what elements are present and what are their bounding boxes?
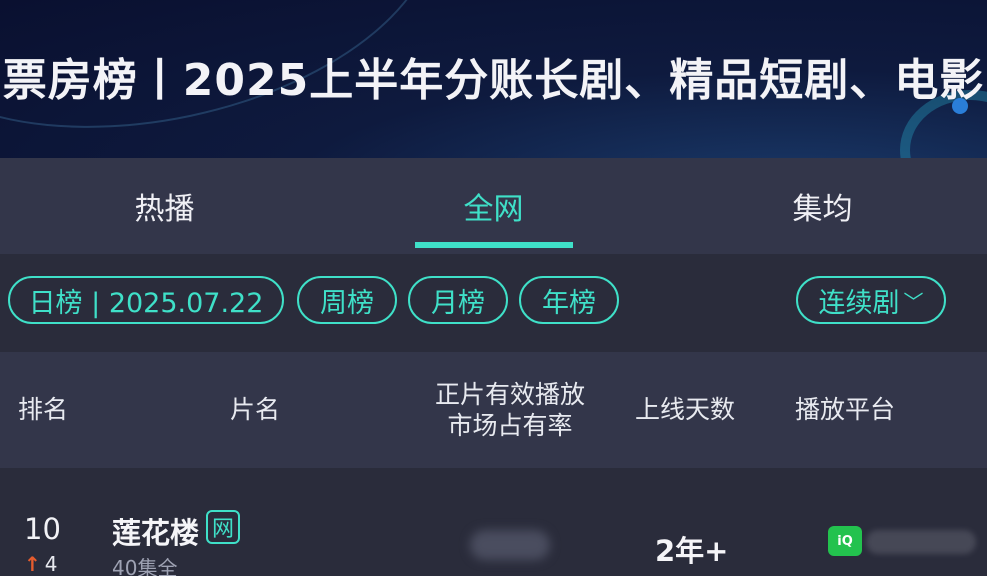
monthly-chart-filter[interactable]: 月榜 bbox=[408, 276, 508, 324]
network-badge: 网 bbox=[206, 510, 240, 544]
header-market-share-line1: 正片有效播放 bbox=[434, 379, 585, 409]
header-days-online: 上线天数 bbox=[634, 395, 735, 425]
tab-all-network[interactable]: 全网 bbox=[329, 158, 658, 254]
weekly-chart-filter[interactable]: 周榜 bbox=[297, 276, 397, 324]
daily-chart-filter[interactable]: 日榜 | 2025.07.22 bbox=[8, 276, 284, 324]
content-type-dropdown[interactable]: 连续剧 ﹀ bbox=[796, 276, 946, 324]
header-title: 片名 bbox=[229, 395, 280, 425]
content-type-label: 连续剧 bbox=[818, 287, 900, 319]
arrow-up-icon: ↑ bbox=[24, 552, 41, 576]
chevron-down-icon: ﹀ bbox=[903, 289, 924, 314]
header-rank: 排名 bbox=[17, 395, 68, 425]
tab-hot[interactable]: 热播 bbox=[0, 158, 329, 254]
header-market-share-line2: 市场占有率 bbox=[447, 411, 573, 440]
market-share-blurred bbox=[470, 530, 550, 560]
iqiyi-icon[interactable]: iQ bbox=[828, 526, 862, 556]
rank-change: ↑ 4 bbox=[24, 552, 58, 576]
banner: 票房榜丨2025上半年分账长剧、精品短剧、电影 bbox=[0, 0, 987, 158]
rank-change-value: 4 bbox=[44, 552, 58, 576]
header-platform: 播放平台 bbox=[794, 395, 895, 425]
table-row[interactable]: 10 ↑ 4 莲花楼 网 40集全 2年+ iQ bbox=[0, 468, 987, 576]
yearly-chart-filter[interactable]: 年榜 bbox=[519, 276, 619, 324]
episode-count: 40集全 bbox=[112, 556, 178, 576]
show-title[interactable]: 莲花楼 bbox=[112, 510, 199, 552]
filter-bar: 日榜 | 2025.07.22 周榜 月榜 年榜 连续剧 ﹀ bbox=[0, 254, 987, 352]
days-online: 2年+ bbox=[655, 534, 729, 568]
page-title: 票房榜丨2025上半年分账长剧、精品短剧、电影 bbox=[2, 55, 985, 106]
table-header: 排名 片名 正片有效播放 市场占有率 上线天数 播放平台 bbox=[0, 352, 987, 468]
tab-bar: 热播 全网 集均 bbox=[0, 158, 987, 254]
watermark bbox=[866, 530, 976, 554]
rank-number: 10 bbox=[24, 512, 61, 546]
tab-episode-average[interactable]: 集均 bbox=[658, 158, 987, 254]
header-market-share: 正片有效播放 市场占有率 bbox=[420, 352, 600, 468]
